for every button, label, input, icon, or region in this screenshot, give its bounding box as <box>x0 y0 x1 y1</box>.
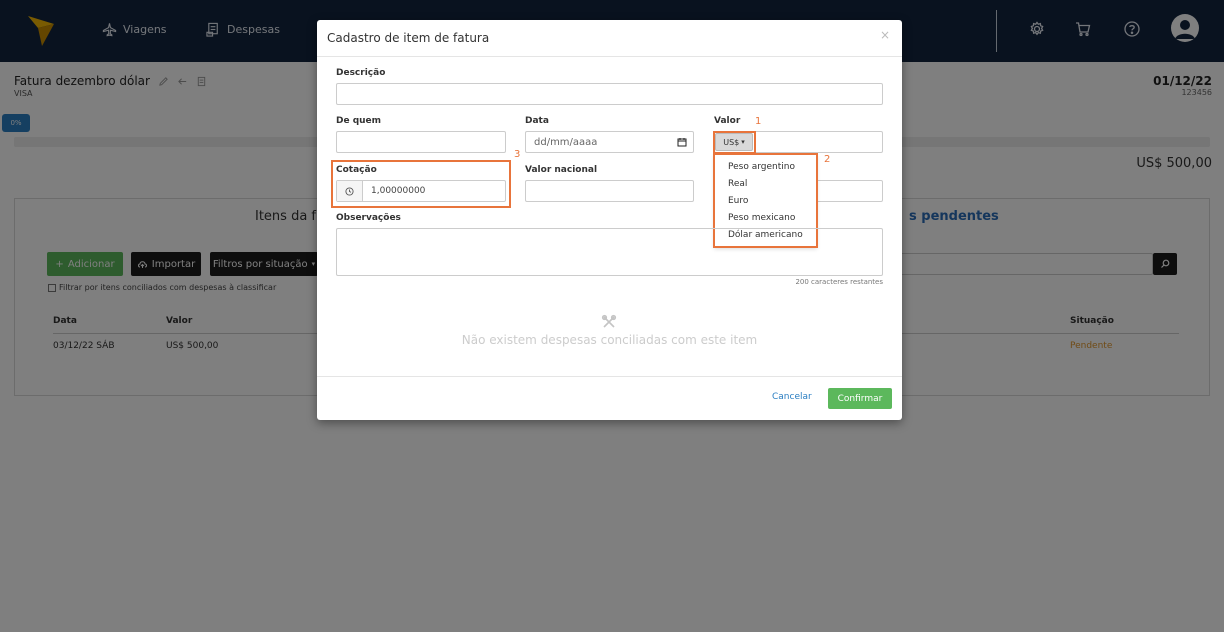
character-counter: 200 caracteres restantes <box>795 278 883 286</box>
highlight-box-cotacao <box>331 160 511 208</box>
cancel-button[interactable]: Cancelar <box>772 392 812 402</box>
descricao-input[interactable] <box>336 83 883 105</box>
annotation-3: 3 <box>514 149 521 160</box>
label-valor: Valor <box>714 116 741 126</box>
annotation-1: 1 <box>755 116 762 127</box>
secondary-value-input[interactable] <box>814 180 883 202</box>
de-quem-input[interactable] <box>336 131 506 153</box>
date-input[interactable]: dd/mm/aaaa <box>525 131 694 153</box>
label-descricao: Descrição <box>336 68 386 78</box>
label-valor-nacional: Valor nacional <box>525 165 598 175</box>
link-broken-icon <box>601 314 617 328</box>
modal-header: Cadastro de item de fatura × <box>317 20 902 57</box>
empty-state-text: Não existem despesas conciliadas com est… <box>461 333 758 347</box>
close-icon[interactable]: × <box>880 28 890 42</box>
valor-nacional-input[interactable] <box>525 180 694 202</box>
invoice-item-modal: Cadastro de item de fatura × Descrição D… <box>317 20 902 420</box>
annotation-2: 2 <box>824 154 831 165</box>
modal-footer-divider <box>317 376 902 377</box>
label-de-quem: De quem <box>336 116 382 126</box>
calendar-icon[interactable] <box>677 137 687 147</box>
label-data: Data <box>525 116 549 126</box>
label-observacoes: Observações <box>336 213 401 223</box>
date-placeholder: dd/mm/aaaa <box>534 136 598 148</box>
highlight-box-currency <box>713 131 756 154</box>
modal-title: Cadastro de item de fatura <box>327 31 490 45</box>
confirm-button[interactable]: Confirmar <box>828 388 892 409</box>
observacoes-textarea[interactable] <box>336 228 883 276</box>
